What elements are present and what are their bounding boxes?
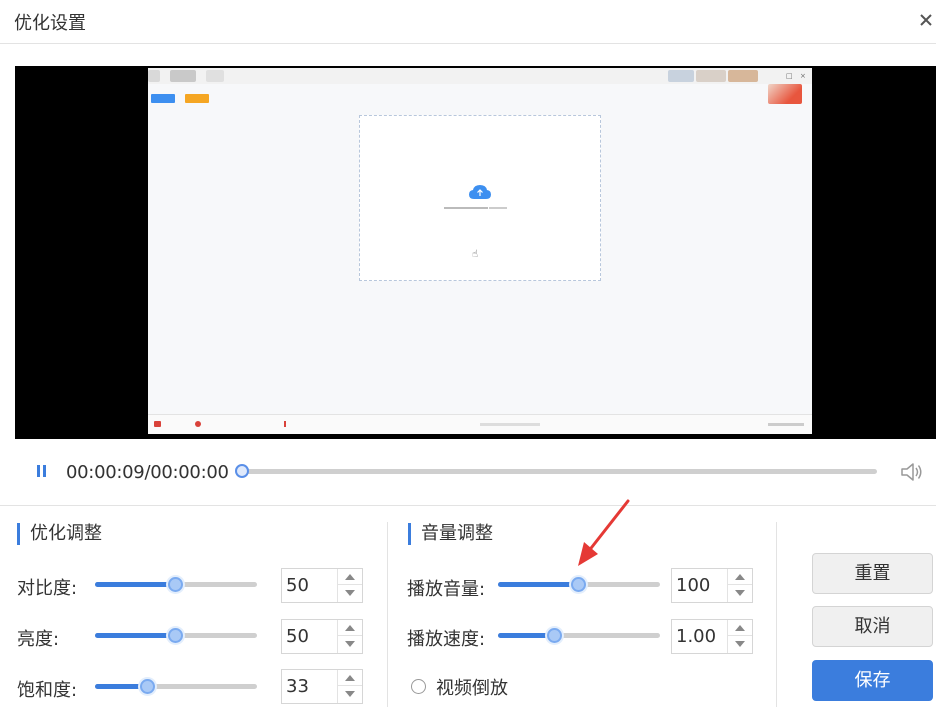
frame-status-icon: [195, 421, 201, 427]
frame-toolbar-button: [185, 94, 209, 103]
save-button[interactable]: 保存: [812, 660, 933, 701]
contrast-stepper[interactable]: 50: [281, 568, 363, 603]
contrast-increment-icon[interactable]: [338, 569, 362, 585]
play-volume-slider-knob[interactable]: [571, 577, 586, 592]
pause-icon[interactable]: [34, 463, 48, 479]
play-speed-label: 播放速度:: [407, 629, 486, 650]
cancel-button[interactable]: 取消: [812, 606, 933, 647]
play-volume-slider-fill: [498, 582, 579, 587]
play-speed-stepper[interactable]: 1.00: [671, 619, 753, 654]
contrast-slider-knob[interactable]: [168, 577, 183, 592]
play-volume-increment-icon[interactable]: [728, 569, 752, 585]
saturation-label: 饱和度:: [17, 680, 78, 701]
brightness-increment-icon[interactable]: [338, 620, 362, 636]
brightness-slider[interactable]: [95, 628, 257, 643]
buttons-divider: [776, 522, 777, 707]
frame-status-text: [480, 423, 540, 426]
play-speed-value[interactable]: 1.00: [672, 620, 716, 653]
blurred-region: [148, 70, 160, 82]
section-divider: [387, 522, 388, 707]
dialog-title: 优化设置: [14, 13, 86, 34]
blurred-region: [728, 70, 758, 82]
saturation-stepper[interactable]: 33: [281, 669, 363, 704]
saturation-decrement-icon[interactable]: [338, 687, 362, 703]
frame-status-icon: [284, 421, 286, 427]
blurred-region: [170, 70, 196, 82]
progress-thumb[interactable]: [235, 464, 249, 478]
mouse-cursor-icon: ☝: [472, 249, 479, 260]
play-volume-stepper[interactable]: 100: [671, 568, 753, 603]
blurred-region: [696, 70, 726, 82]
contrast-value[interactable]: 50: [282, 569, 309, 602]
video-frame: □ × ☝: [148, 68, 812, 434]
frame-brand-badge: [768, 84, 802, 104]
contrast-slider[interactable]: [95, 577, 257, 592]
brightness-label: 亮度:: [17, 629, 60, 650]
frame-maximize-icon: □: [786, 72, 793, 80]
play-speed-slider[interactable]: [498, 628, 660, 643]
upload-cloud-icon: [469, 185, 491, 199]
contrast-decrement-icon[interactable]: [338, 586, 362, 602]
close-icon[interactable]: [916, 8, 936, 32]
brightness-slider-knob[interactable]: [168, 628, 183, 643]
play-speed-increment-icon[interactable]: [728, 620, 752, 636]
frame-statusbar: [148, 414, 812, 434]
blurred-region: [668, 70, 694, 82]
reverse-video-radio[interactable]: [411, 679, 426, 694]
frame-drop-hint: [444, 206, 524, 214]
reset-button[interactable]: 重置: [812, 553, 933, 594]
volume-section-title: 音量调整: [408, 523, 493, 545]
brightness-stepper[interactable]: 50: [281, 619, 363, 654]
play-volume-slider[interactable]: [498, 577, 660, 592]
frame-toolbar-button: [151, 94, 175, 103]
brightness-value[interactable]: 50: [282, 620, 309, 653]
play-volume-label: 播放音量:: [407, 579, 486, 600]
brightness-decrement-icon[interactable]: [338, 637, 362, 653]
playback-controls: 00:00:09/00:00:00: [0, 440, 936, 506]
play-volume-decrement-icon[interactable]: [728, 586, 752, 602]
play-volume-value[interactable]: 100: [672, 569, 710, 602]
optimize-section-title: 优化调整: [17, 523, 102, 545]
contrast-label: 对比度:: [17, 578, 78, 599]
dialog-titlebar: 优化设置: [0, 0, 936, 44]
brightness-slider-fill: [95, 633, 176, 638]
reverse-video-label[interactable]: 视频倒放: [436, 674, 508, 700]
saturation-increment-icon[interactable]: [338, 670, 362, 686]
volume-icon[interactable]: [900, 461, 924, 483]
frame-close-icon: ×: [800, 72, 806, 80]
saturation-value[interactable]: 33: [282, 670, 309, 703]
contrast-slider-fill: [95, 582, 176, 587]
progress-bar[interactable]: [235, 464, 877, 478]
play-speed-slider-knob[interactable]: [546, 628, 562, 643]
saturation-slider-knob[interactable]: [140, 679, 156, 694]
annotation-arrow-icon: [578, 499, 630, 566]
frame-drop-zone: ☝: [359, 115, 601, 281]
blurred-region: [206, 70, 224, 82]
frame-status-icon: [154, 421, 161, 427]
time-display: 00:00:09/00:00:00: [66, 462, 229, 483]
play-speed-decrement-icon[interactable]: [728, 637, 752, 653]
saturation-slider[interactable]: [95, 679, 257, 694]
frame-status-text: [768, 423, 804, 426]
video-preview[interactable]: □ × ☝: [15, 66, 936, 439]
